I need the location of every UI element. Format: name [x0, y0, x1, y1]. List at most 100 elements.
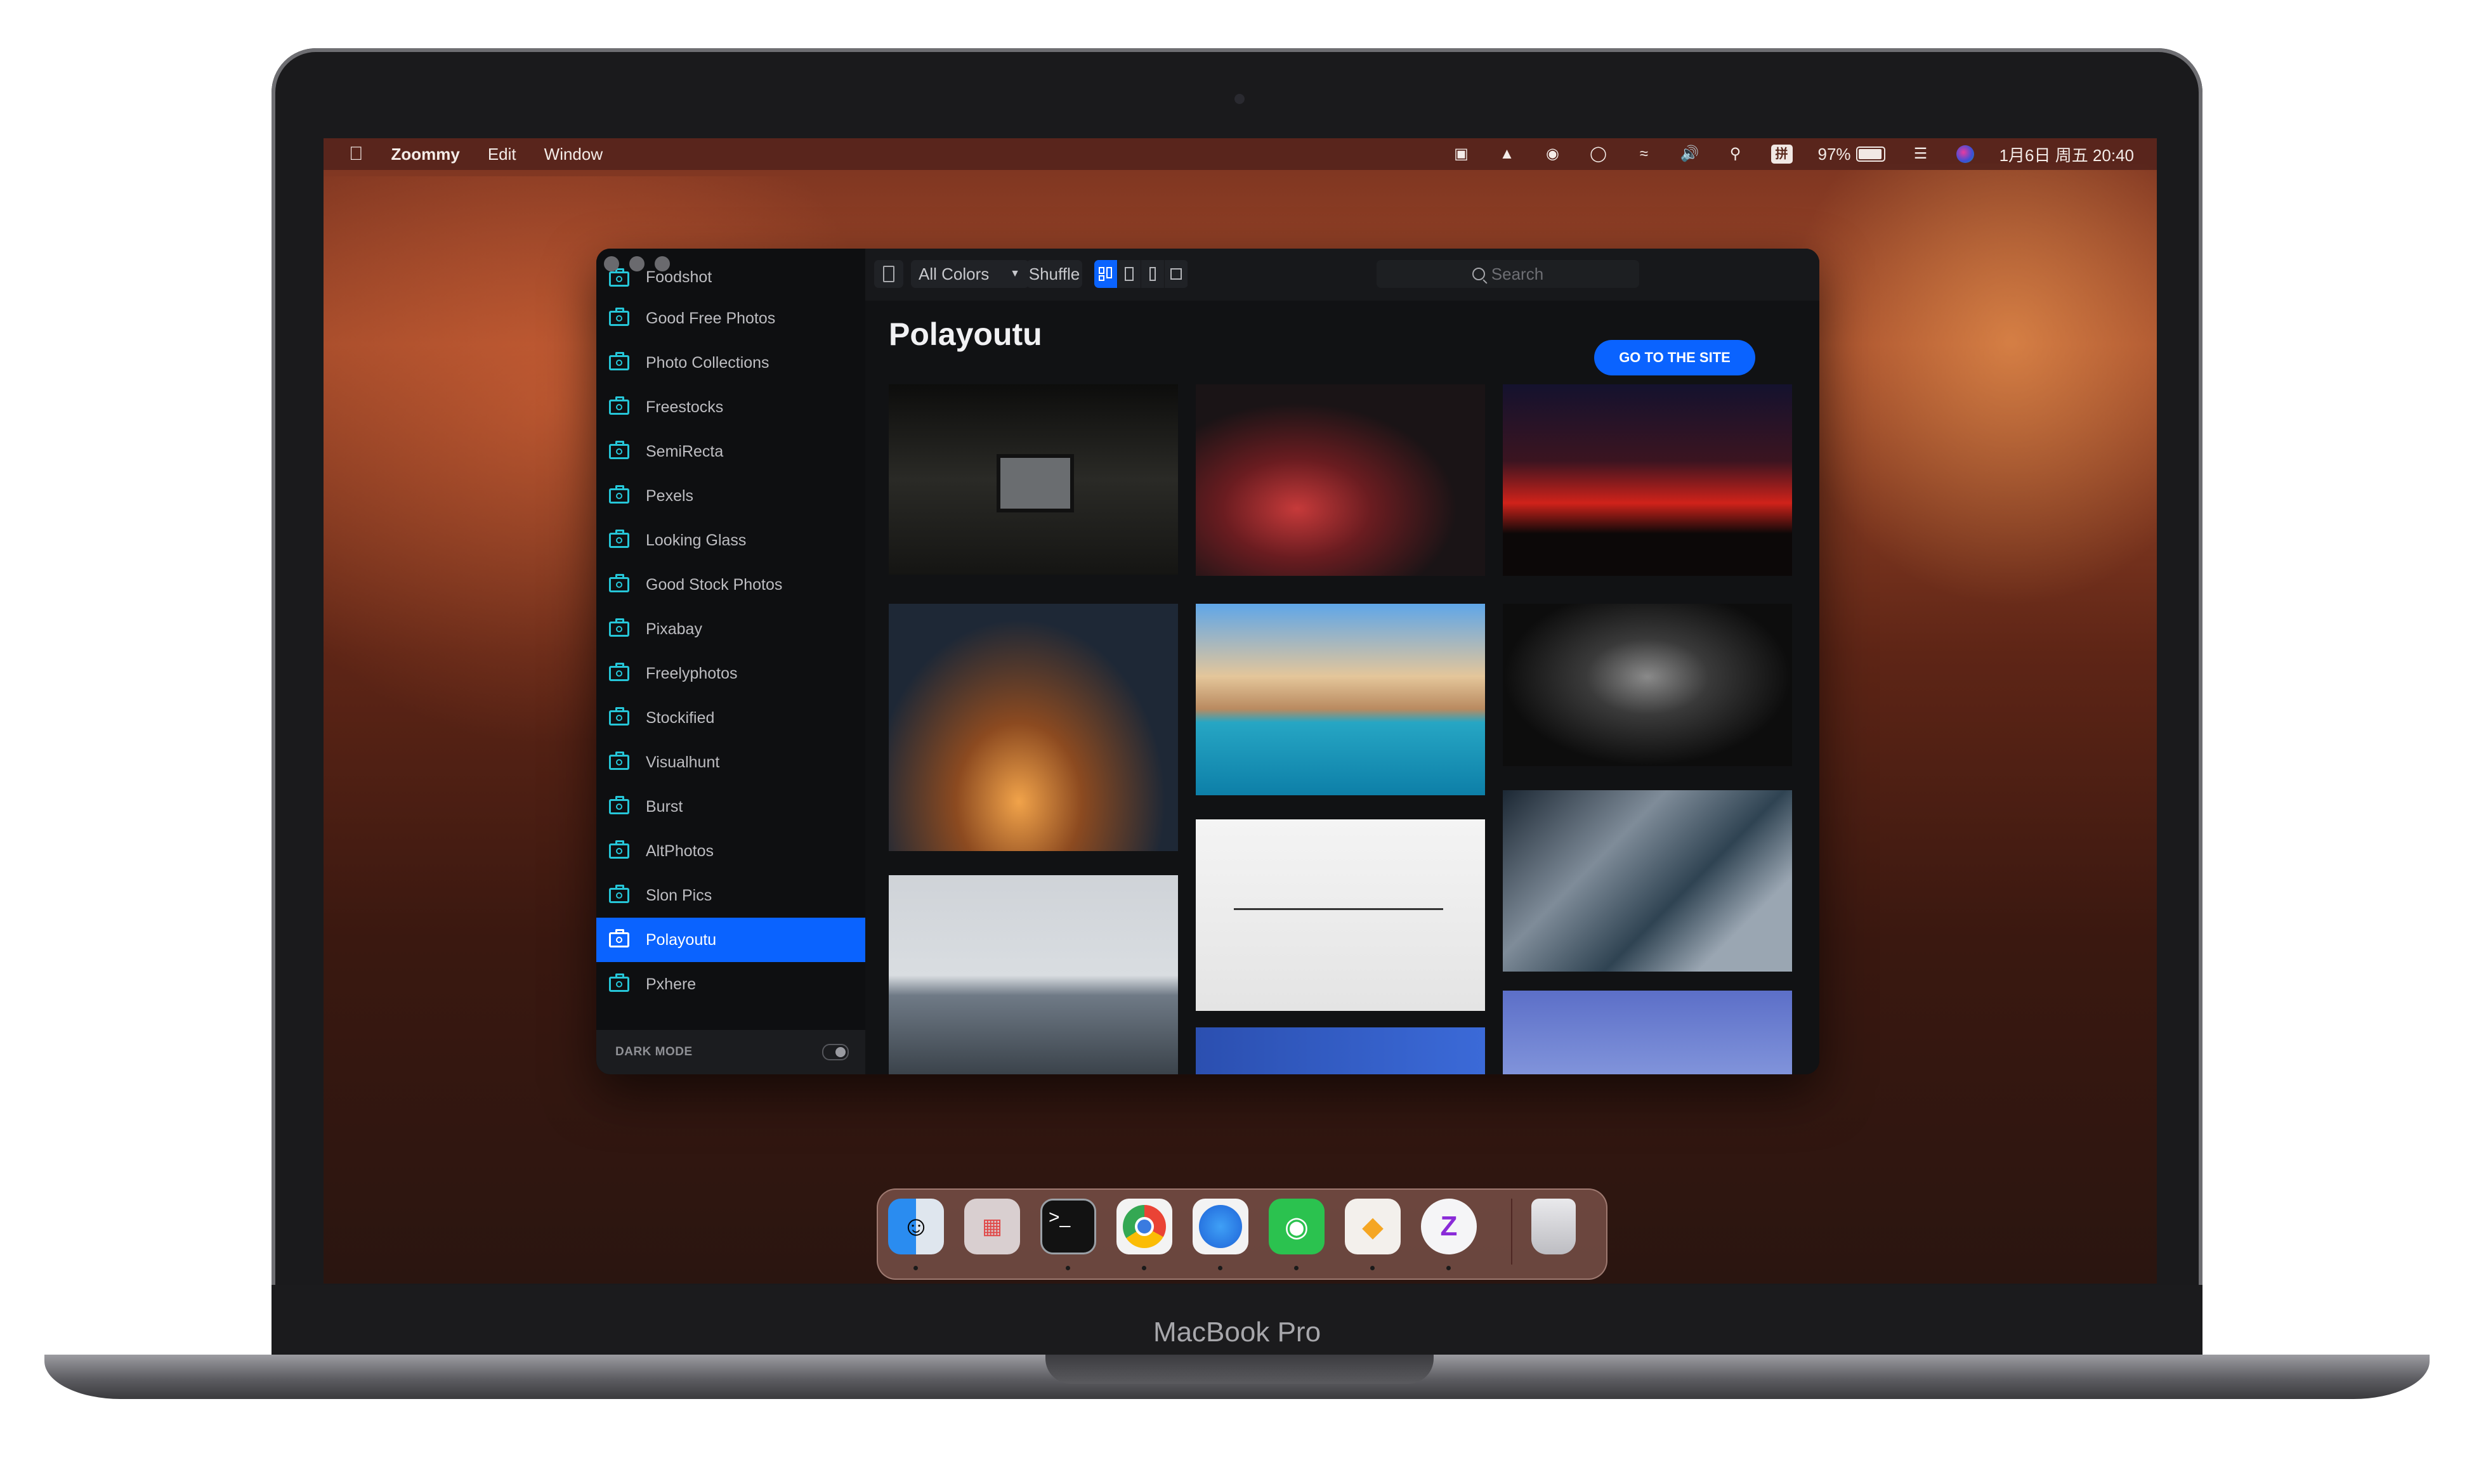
photo-tile[interactable]: [1196, 1027, 1485, 1074]
window-controls: [604, 256, 670, 271]
sidebar-item-pxhere[interactable]: Pxhere: [596, 962, 865, 1006]
sidebar-item-polayoutu[interactable]: Polayoutu: [596, 918, 865, 962]
sidebar-item-label: Pxhere: [646, 975, 697, 993]
dark-mode-toggle[interactable]: [822, 1044, 849, 1060]
photo-tile[interactable]: [889, 384, 1178, 575]
narrow-layout-icon: [1149, 267, 1156, 281]
photo-tile[interactable]: [889, 875, 1178, 1074]
dock-trash[interactable]: [1531, 1199, 1576, 1254]
sidebar-icon: [883, 266, 894, 282]
sidebar-item-burst[interactable]: Burst: [596, 784, 865, 829]
square-layout-icon: [1170, 268, 1182, 280]
camera-icon: [609, 840, 629, 859]
toggle-knob: [835, 1047, 846, 1057]
photo-tile[interactable]: [1503, 604, 1792, 766]
control-center-icon[interactable]: ☰: [1911, 145, 1931, 164]
menu-edit[interactable]: Edit: [488, 145, 516, 164]
dock-launchpad[interactable]: ▦: [964, 1199, 1020, 1254]
toolbar: All Colors ▼ Shuffle Search: [865, 249, 1819, 301]
sidebar-item-label: Pixabay: [646, 620, 702, 638]
minimize-button[interactable]: [629, 256, 645, 271]
layout-switcher: [1094, 260, 1188, 288]
color-filter-dropdown[interactable]: All Colors ▼: [911, 260, 1029, 288]
shuffle-button[interactable]: Shuffle: [1026, 260, 1082, 288]
dock-chrome[interactable]: [1116, 1199, 1172, 1254]
photo-tile[interactable]: [889, 604, 1178, 851]
camera-icon: [609, 396, 629, 415]
menu-datetime[interactable]: 1月6日 周五 20:40: [1999, 143, 2134, 166]
zoom-button[interactable]: [655, 256, 670, 271]
battery-percent: 97%: [1817, 144, 1851, 164]
photo-tile[interactable]: [1196, 819, 1485, 1011]
camera-icon: [609, 929, 629, 947]
sidebar-item-label: Photo Collections: [646, 353, 769, 372]
sidebar-item-label: Freestocks: [646, 398, 724, 416]
pinyin-input-icon[interactable]: 拼: [1770, 145, 1793, 164]
lid-notch: [1045, 1355, 1434, 1384]
main-content: All Colors ▼ Shuffle Search Polayoutu GO…: [865, 249, 1819, 1074]
sidebar-item-pixabay[interactable]: Pixabay: [596, 607, 865, 651]
photo-grid: [889, 384, 1819, 1074]
image-capture-icon[interactable]: ▣: [1451, 145, 1472, 164]
sidebar-item-altphotos[interactable]: AltPhotos: [596, 829, 865, 873]
camera-icon: [609, 663, 629, 681]
menu-app-name[interactable]: Zoommy: [391, 145, 460, 164]
search-icon: [1472, 268, 1485, 280]
photo-tile[interactable]: [1196, 604, 1485, 795]
battery-status[interactable]: 97%: [1818, 145, 1885, 164]
sidebar-item-label: AltPhotos: [646, 842, 714, 860]
sidebar-item-photo-collections[interactable]: Photo Collections: [596, 341, 865, 385]
wechat-icon[interactable]: ◉: [1543, 145, 1563, 164]
battery-icon: [1856, 146, 1885, 162]
photo-tile[interactable]: [1503, 991, 1792, 1074]
photo-tile[interactable]: [1503, 790, 1792, 972]
camera-icon: [609, 352, 629, 370]
sidebar-item-stockified[interactable]: Stockified: [596, 696, 865, 740]
dock-sketch[interactable]: ◆: [1345, 1199, 1401, 1254]
sidebar-item-pexels[interactable]: Pexels: [596, 474, 865, 518]
lamp-icon[interactable]: ▲: [1497, 145, 1517, 164]
dock-finder[interactable]: ☺: [888, 1199, 944, 1254]
sidebar-item-visualhunt[interactable]: Visualhunt: [596, 740, 865, 784]
sidebar-item-looking-glass[interactable]: Looking Glass: [596, 518, 865, 563]
layout-square-button[interactable]: [1165, 260, 1188, 288]
device-label: MacBook Pro: [1153, 1317, 1321, 1348]
search-input[interactable]: Search: [1377, 260, 1639, 288]
siri-icon[interactable]: [1956, 145, 1974, 163]
sidebar-item-slon-pics[interactable]: Slon Pics: [596, 873, 865, 918]
grammarly-icon[interactable]: ◯: [1588, 145, 1609, 164]
photo-tile[interactable]: [1196, 384, 1485, 576]
sidebar-item-freestocks[interactable]: Freestocks: [596, 385, 865, 429]
toggle-sidebar-button[interactable]: [874, 260, 903, 288]
search-icon[interactable]: ⚲: [1725, 145, 1746, 164]
wallpaper-candle-glow: [1783, 164, 2157, 608]
sidebar-item-good-stock-photos[interactable]: Good Stock Photos: [596, 563, 865, 607]
running-dot: [1142, 1266, 1146, 1270]
menu-window[interactable]: Window: [544, 145, 603, 164]
running-dot: [1218, 1266, 1222, 1270]
dark-mode-row: DARK MODE: [596, 1030, 865, 1074]
photo-tile[interactable]: [1503, 384, 1792, 576]
sidebar-item-good-free-photos[interactable]: Good Free Photos: [596, 296, 865, 341]
layout-masonry-button[interactable]: [1094, 260, 1118, 288]
dock-zoommy[interactable]: Z: [1421, 1199, 1477, 1254]
sidebar-item-semirecta[interactable]: SemiRecta: [596, 429, 865, 474]
close-button[interactable]: [604, 256, 619, 271]
camera-icon: [609, 973, 629, 992]
sidebar-item-label: Slon Pics: [646, 886, 712, 904]
dock-wechat[interactable]: ◉: [1269, 1199, 1325, 1254]
camera-icon: [609, 530, 629, 548]
dock-safari[interactable]: [1193, 1199, 1248, 1254]
volume-icon[interactable]: 🔊: [1680, 145, 1700, 164]
camera-icon: [609, 796, 629, 814]
layout-portrait-button[interactable]: [1118, 260, 1141, 288]
running-dot: [913, 1266, 918, 1270]
dock-terminal[interactable]: >_: [1040, 1199, 1096, 1254]
search-placeholder: Search: [1491, 264, 1544, 283]
apple-menu-icon[interactable]: : [349, 143, 363, 165]
sidebar-item-freelyphotos[interactable]: Freelyphotos: [596, 651, 865, 696]
wifi-icon[interactable]: ≈: [1634, 145, 1654, 164]
layout-narrow-button[interactable]: [1141, 260, 1165, 288]
running-dot: [1066, 1266, 1070, 1270]
go-to-site-button[interactable]: GO TO THE SITE: [1594, 340, 1755, 375]
